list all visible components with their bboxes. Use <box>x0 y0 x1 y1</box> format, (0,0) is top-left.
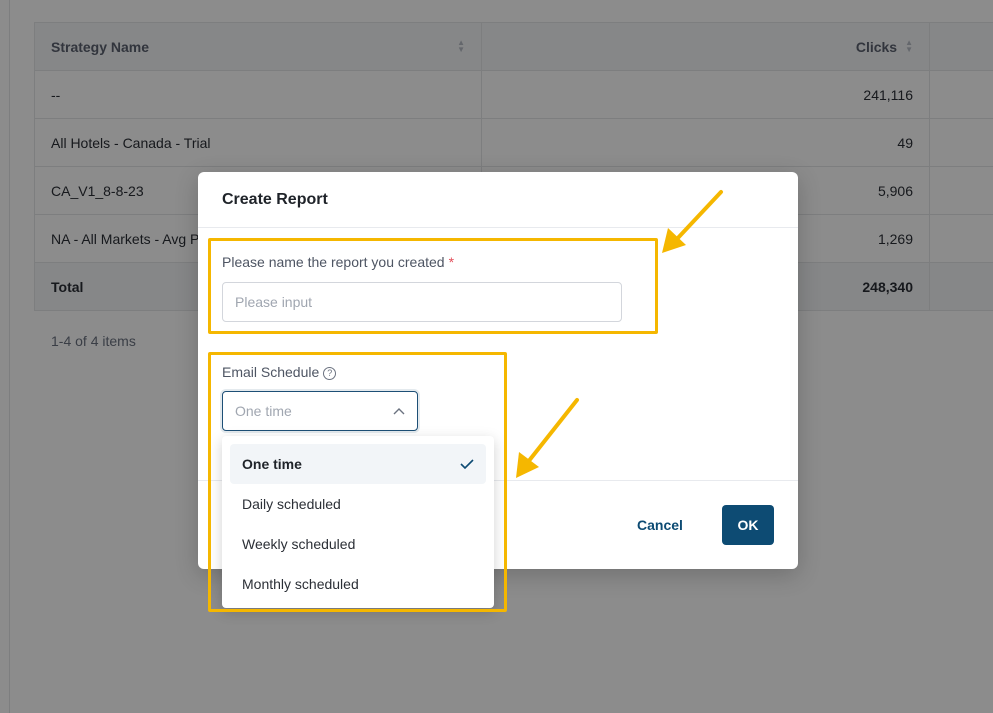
highlight-box-name-field <box>208 238 658 334</box>
cancel-button[interactable]: Cancel <box>616 505 704 545</box>
highlight-box-schedule-field <box>208 352 507 612</box>
modal-header-divider <box>198 227 798 228</box>
ok-button[interactable]: OK <box>722 505 774 545</box>
modal-title: Create Report <box>222 191 328 208</box>
